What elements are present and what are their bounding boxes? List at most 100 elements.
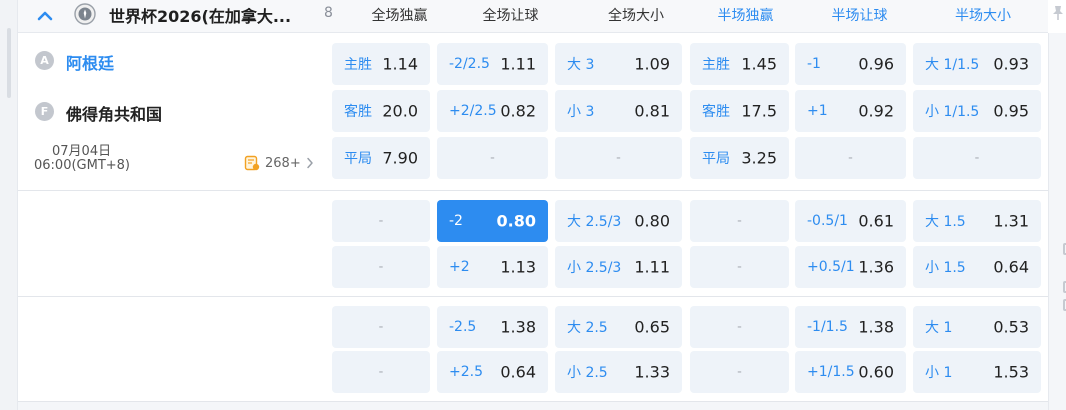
col-head-half-win: 半场独赢 [717, 8, 774, 24]
odds-value: 0.92 [858, 101, 894, 121]
col-head-full-total: 全场大小 [608, 8, 664, 24]
odds-cell-half-handicap: - [795, 137, 906, 179]
odds-empty: - [378, 213, 384, 229]
col-head-full-win: 全场独赢 [371, 8, 428, 24]
odds-label: -0.5/1 [807, 213, 848, 229]
odds-value: 1.53 [993, 362, 1029, 382]
section-divider [18, 296, 1048, 297]
odds-cell-full-handicap[interactable]: -2 0.80 [437, 200, 548, 242]
odds-value: 1.33 [634, 362, 670, 382]
odds-cell-half-handicap[interactable]: -1/1.5 1.38 [795, 306, 906, 348]
odds-value: 1.11 [634, 257, 670, 277]
odds-cell-full-total[interactable]: 小 3 0.81 [555, 90, 682, 132]
more-markets-count[interactable]: 268+ [265, 156, 301, 171]
section-divider [18, 190, 1048, 191]
odds-cell-full-total[interactable]: 小 2.5 1.33 [555, 351, 682, 393]
odds-empty: - [378, 259, 384, 275]
odds-cell-half-handicap[interactable]: -0.5/1 0.61 [795, 200, 906, 242]
odds-cell-half-handicap[interactable]: +1/1.5 0.60 [795, 351, 906, 393]
odds-label: 小 3 [567, 104, 595, 120]
odds-value: 0.60 [858, 362, 894, 382]
col-head-half-total: 半场大小 [955, 8, 1011, 24]
odds-value: 0.64 [993, 257, 1029, 277]
odds-value: 1.38 [500, 317, 536, 337]
odds-value: 1.09 [634, 54, 670, 74]
odds-label: +2/2.5 [449, 103, 497, 119]
odds-empty: - [737, 364, 742, 380]
odds-label: 客胜 [344, 104, 372, 120]
odds-cell-full-total[interactable]: 小 2.5/3 1.11 [555, 246, 682, 288]
odds-label: +2.5 [449, 364, 483, 380]
odds-value: 0.95 [993, 101, 1029, 121]
odds-label: 客胜 [702, 104, 730, 120]
odds-label: 主胜 [344, 57, 372, 73]
chevron-right-icon[interactable] [306, 157, 314, 169]
odds-cell-full-total[interactable]: 大 2.5 0.65 [555, 306, 682, 348]
pin-icon[interactable] [1050, 4, 1066, 22]
odds-cell-half-handicap[interactable]: -1 0.96 [795, 43, 906, 85]
col-head-full-handicap: 全场让球 [482, 8, 539, 24]
odds-empty: - [378, 364, 384, 380]
odds-empty: - [974, 150, 980, 166]
odds-cell-full-total[interactable]: 大 3 1.09 [555, 43, 682, 85]
odds-cell-half-handicap[interactable]: +1 0.92 [795, 90, 906, 132]
odds-cell-half-total[interactable]: 大 1/1.5 0.93 [913, 43, 1041, 85]
odds-cell-half-handicap[interactable]: +0.5/1 1.36 [795, 246, 906, 288]
odds-label: +2 [449, 259, 470, 275]
odds-cell-full-total: - [555, 137, 682, 179]
odds-label: -2.5 [449, 319, 477, 335]
odds-cell-full-handicap[interactable]: +2/2.5 0.82 [437, 90, 548, 132]
more-markets-icon[interactable] [244, 155, 260, 171]
odds-label: 大 2.5 [567, 320, 608, 336]
odds-cell-full-handicap[interactable]: -2.5 1.38 [437, 306, 548, 348]
odds-empty: - [490, 150, 495, 166]
odds-cell-half-win[interactable]: 客胜 17.5 [690, 90, 789, 132]
odds-cell-full-total[interactable]: 大 2.5/3 0.80 [555, 200, 682, 242]
league-name: 世界杯2026(在加拿大... [109, 7, 292, 26]
match-time: 06:00(GMT+8) [34, 158, 131, 173]
odds-cell-full-handicap[interactable]: +2 1.13 [437, 246, 548, 288]
odds-label: +1/1.5 [807, 364, 855, 380]
bottom-strip [18, 401, 1048, 410]
odds-cell-full-win[interactable]: 客胜 20.0 [332, 90, 430, 132]
odds-cell-half-total[interactable]: 小 1.5 0.64 [913, 246, 1041, 288]
odds-value: 1.38 [858, 317, 894, 337]
odds-label: 大 1.5 [925, 214, 966, 230]
odds-cell-half-total[interactable]: 大 1.5 1.31 [913, 200, 1041, 242]
odds-label: 大 1 [925, 320, 953, 336]
odds-value: 0.81 [634, 101, 670, 121]
odds-cell-half-total[interactable]: 小 1/1.5 0.95 [913, 90, 1041, 132]
left-scrollbar[interactable] [0, 0, 18, 410]
odds-cell-full-handicap[interactable]: -2/2.5 1.11 [437, 43, 548, 85]
odds-cell-full-win[interactable]: 平局 7.90 [332, 137, 430, 179]
odds-value: 1.36 [858, 257, 894, 277]
odds-label: +1 [807, 103, 828, 119]
odds-cell-full-handicap: - [437, 137, 548, 179]
odds-cell-half-win[interactable]: 主胜 1.45 [690, 43, 789, 85]
odds-label: 小 1 [925, 365, 953, 381]
odds-cell-half-total[interactable]: 大 1 0.53 [913, 306, 1041, 348]
odds-label: 小 2.5 [567, 365, 608, 381]
odds-cell-full-win: - [332, 200, 430, 242]
odds-label: -1/1.5 [807, 319, 848, 335]
odds-value: 0.93 [993, 54, 1029, 74]
away-team-name[interactable]: 佛得角共和国 [66, 101, 162, 125]
odds-cell-full-handicap[interactable]: +2.5 0.64 [437, 351, 548, 393]
odds-cell-half-total: - [913, 137, 1041, 179]
odds-value: 1.14 [382, 54, 418, 74]
odds-label: 大 1/1.5 [925, 57, 980, 73]
left-scrollbar-thumb[interactable] [7, 28, 11, 98]
odds-cell-half-win[interactable]: 平局 3.25 [690, 137, 789, 179]
home-team-badge: A [35, 51, 54, 70]
odds-value: 1.11 [500, 54, 536, 74]
odds-value: 0.82 [500, 101, 536, 121]
odds-cell-half-win: - [690, 200, 789, 242]
odds-empty: - [737, 259, 742, 275]
odds-cell-half-total[interactable]: 小 1 1.53 [913, 351, 1041, 393]
odds-empty: - [737, 213, 742, 229]
home-team-name[interactable]: 阿根廷 [66, 50, 114, 74]
odds-empty: - [378, 319, 384, 335]
odds-value: 0.80 [496, 211, 536, 231]
odds-cell-full-win[interactable]: 主胜 1.14 [332, 43, 430, 85]
chevron-up-icon[interactable] [34, 5, 56, 27]
